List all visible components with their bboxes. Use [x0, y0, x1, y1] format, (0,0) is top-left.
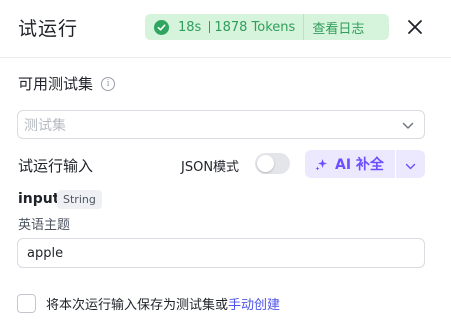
panel-header: 试运行 18s 1878 Tokens 查看日志 — [0, 0, 451, 58]
ai-dropdown-button[interactable] — [396, 150, 425, 178]
field-type-badge: String — [57, 190, 102, 209]
test-set-placeholder: 测试集 — [24, 117, 66, 134]
ai-complete-button-group: AI 补全 — [305, 150, 425, 178]
sparkle-icon — [315, 157, 329, 171]
chevron-down-icon — [405, 155, 416, 174]
run-status-badge: 18s 1878 Tokens 查看日志 — [145, 14, 389, 40]
info-icon[interactable]: i — [101, 76, 116, 91]
field-name: input — [18, 191, 60, 207]
panel-title: 试运行 — [18, 18, 79, 40]
save-as-test-set-row: 将本次运行输入保存为测试集或 手动创建 — [17, 294, 280, 313]
test-set-select[interactable]: 测试集 — [17, 110, 425, 139]
status-separator — [209, 21, 211, 33]
json-mode-label: JSON模式 — [181, 160, 240, 175]
run-duration: 18s — [178, 19, 202, 35]
manual-create-link[interactable]: 手动创建 — [228, 294, 280, 313]
token-count: 1878 Tokens — [214, 19, 296, 35]
check-circle-icon — [154, 19, 169, 35]
test-set-label: 可用测试集 — [18, 75, 94, 93]
chevron-down-icon — [402, 115, 414, 134]
json-mode-toggle[interactable] — [255, 153, 290, 174]
input-value-field[interactable]: apple — [17, 238, 425, 268]
test-set-section: 可用测试集 i — [18, 73, 116, 94]
run-input-label: 试运行输入 — [18, 157, 94, 175]
view-log-link[interactable]: 查看日志 — [304, 18, 372, 37]
ai-complete-label: AI 补全 — [335, 157, 384, 173]
close-icon[interactable] — [405, 17, 425, 37]
ai-complete-button[interactable]: AI 补全 — [305, 150, 395, 178]
toggle-knob — [257, 155, 274, 172]
save-text: 将本次运行输入保存为测试集或 — [46, 298, 229, 313]
save-checkbox[interactable] — [17, 294, 36, 313]
field-description: 英语主题 — [18, 218, 71, 233]
